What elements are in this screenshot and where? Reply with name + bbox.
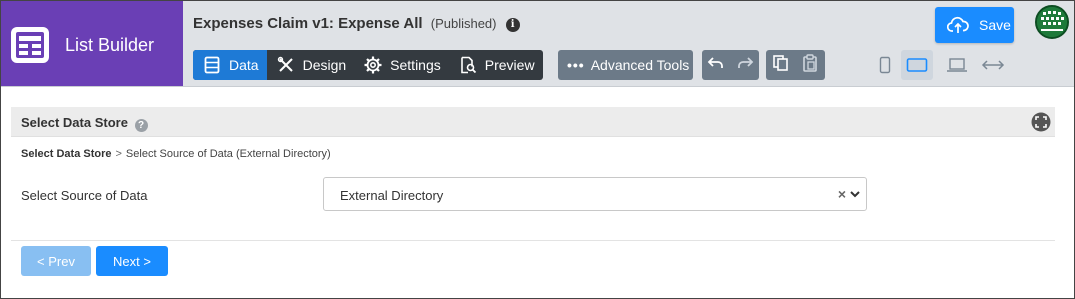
next-button[interactable]: Next > bbox=[96, 246, 168, 276]
tab-settings-label: Settings bbox=[390, 57, 441, 73]
laptop-view-icon[interactable] bbox=[941, 50, 973, 80]
section-title-text: Select Data Store bbox=[21, 115, 128, 130]
avatar[interactable] bbox=[1035, 5, 1069, 39]
app-window: List Builder Expenses Claim v1: Expense … bbox=[0, 0, 1075, 299]
copy-icon[interactable] bbox=[772, 54, 790, 77]
clear-icon[interactable]: × bbox=[838, 186, 846, 202]
tab-data-label: Data bbox=[229, 57, 259, 73]
info-icon[interactable]: i bbox=[505, 18, 520, 32]
pencil-ruler-icon bbox=[277, 56, 295, 74]
help-icon[interactable]: ? bbox=[134, 119, 148, 132]
undo-icon[interactable] bbox=[707, 55, 725, 76]
cloud-upload-icon bbox=[947, 16, 969, 34]
source-select-value: External Directory bbox=[340, 188, 444, 203]
source-field-label: Select Source of Data bbox=[21, 188, 148, 203]
header: List Builder Expenses Claim v1: Expense … bbox=[1, 1, 1074, 87]
tab-preview-label: Preview bbox=[484, 57, 535, 73]
mobile-view-icon[interactable] bbox=[869, 50, 901, 80]
advanced-tools-label: Advanced Tools bbox=[590, 57, 690, 73]
fullscreen-icon[interactable] bbox=[1031, 112, 1051, 132]
advanced-tools-button[interactable]: ••• Advanced Tools bbox=[558, 50, 693, 80]
save-label: Save bbox=[979, 17, 1011, 33]
tab-design-label: Design bbox=[302, 57, 347, 73]
table-icon bbox=[203, 56, 221, 74]
breadcrumb: Select Data Store > Select Source of Data … bbox=[21, 148, 331, 160]
main-tabs: Data Design Settings Preview bbox=[193, 50, 543, 80]
chevron-down-icon[interactable] bbox=[848, 187, 862, 201]
divider bbox=[11, 240, 1055, 241]
page-title: Expenses Claim v1: Expense All (Publishe… bbox=[193, 15, 520, 32]
prev-button[interactable]: < Prev bbox=[21, 246, 91, 276]
save-button[interactable]: Save bbox=[935, 7, 1014, 43]
section-header: Select Data Store ? bbox=[11, 107, 1055, 137]
ellipsis-icon: ••• bbox=[567, 57, 585, 73]
redo-icon[interactable] bbox=[736, 55, 754, 76]
tab-settings[interactable]: Settings bbox=[354, 50, 449, 80]
status-badge: (Published) bbox=[430, 16, 497, 31]
section-title: Select Data Store ? bbox=[21, 115, 148, 132]
tablet-view-icon[interactable] bbox=[901, 50, 933, 80]
tab-design[interactable]: Design bbox=[267, 50, 355, 80]
breadcrumb-root[interactable]: Select Data Store bbox=[21, 148, 111, 160]
device-view-switcher bbox=[869, 50, 1009, 80]
brand: List Builder bbox=[1, 1, 183, 86]
breadcrumb-current: Select Source of Data (External Director… bbox=[125, 148, 331, 160]
copy-paste-group bbox=[766, 50, 825, 80]
breadcrumb-separator: > bbox=[115, 148, 122, 160]
undo-redo-group bbox=[702, 50, 759, 80]
app-name: List Builder bbox=[65, 35, 155, 55]
form-title-text: Expenses Claim v1: Expense All bbox=[193, 15, 423, 32]
paste-icon[interactable] bbox=[801, 53, 819, 77]
tab-data[interactable]: Data bbox=[193, 50, 267, 80]
list-grid-icon bbox=[11, 27, 49, 63]
gear-icon bbox=[364, 56, 382, 74]
document-search-icon bbox=[459, 56, 477, 74]
source-select[interactable]: External Directory × bbox=[323, 177, 867, 211]
fullwidth-view-icon[interactable] bbox=[977, 50, 1009, 80]
tab-preview[interactable]: Preview bbox=[449, 50, 543, 80]
